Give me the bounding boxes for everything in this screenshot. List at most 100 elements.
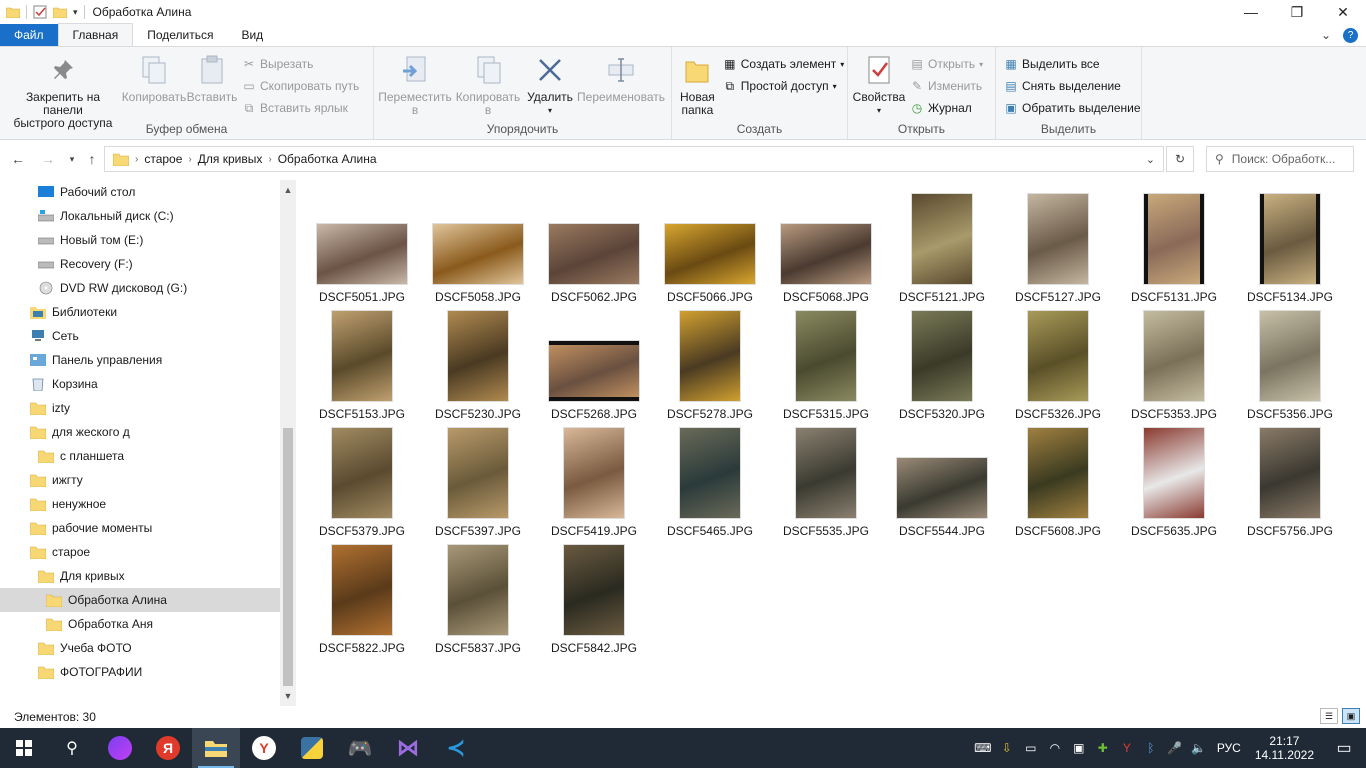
nav-item[interactable]: Сеть — [0, 324, 79, 348]
minimize-button[interactable]: — — [1228, 0, 1274, 24]
select-all-button[interactable]: ▦ Выделить все — [1004, 55, 1141, 73]
file-item[interactable]: DSCF5353.JPG — [1116, 307, 1232, 424]
breadcrumb-item[interactable]: Для кривых — [198, 152, 263, 166]
nav-scrollbar[interactable]: ▲ ▼ — [280, 180, 296, 706]
large-icons-view-icon[interactable]: ▣ — [1342, 708, 1360, 724]
invert-selection-button[interactable]: ▣ Обратить выделение — [1004, 99, 1140, 117]
file-item[interactable]: DSCF5268.JPG — [536, 307, 652, 424]
new-folder-icon[interactable] — [53, 6, 67, 18]
file-item[interactable]: DSCF5608.JPG — [1000, 424, 1116, 541]
file-explorer-button[interactable] — [192, 728, 240, 768]
file-item[interactable]: DSCF5379.JPG — [304, 424, 420, 541]
nav-item[interactable]: Для кривых — [0, 564, 125, 588]
vscode-button[interactable]: ≺ — [432, 728, 480, 768]
file-item[interactable]: DSCF5419.JPG — [536, 424, 652, 541]
file-item[interactable]: DSCF5326.JPG — [1000, 307, 1116, 424]
back-button[interactable]: ← — [6, 147, 30, 171]
nav-item[interactable]: Рабочий стол — [0, 180, 135, 204]
python-button[interactable] — [288, 728, 336, 768]
collapse-ribbon-icon[interactable]: ⌄ — [1321, 28, 1331, 42]
file-item[interactable]: DSCF5842.JPG — [536, 541, 652, 658]
file-item[interactable]: DSCF5822.JPG — [304, 541, 420, 658]
nav-item[interactable]: Локальный диск (C:) — [0, 204, 174, 228]
file-item[interactable]: DSCF5131.JPG — [1116, 190, 1232, 307]
forward-button[interactable]: → — [36, 147, 60, 171]
tab-view[interactable]: Вид — [227, 24, 277, 46]
nav-item[interactable]: izty — [0, 396, 70, 420]
file-item[interactable]: DSCF5544.JPG — [884, 424, 1000, 541]
file-item[interactable]: DSCF5397.JPG — [420, 424, 536, 541]
nav-item[interactable]: с планшета — [0, 444, 124, 468]
help-icon[interactable]: ? — [1343, 27, 1358, 43]
tab-home[interactable]: Главная — [57, 23, 134, 46]
volume-icon[interactable]: 🔈 — [1187, 741, 1211, 755]
monitor-icon[interactable]: ▣ — [1067, 741, 1091, 755]
file-item[interactable]: DSCF5051.JPG — [304, 190, 420, 307]
game-button[interactable]: 🎮 — [336, 728, 384, 768]
nav-item[interactable]: Новый том (E:) — [0, 228, 143, 252]
maximize-button[interactable]: ❐ — [1274, 0, 1320, 24]
file-item[interactable]: DSCF5066.JPG — [652, 190, 768, 307]
edit-button[interactable]: ✎ Изменить — [910, 77, 983, 95]
up-button[interactable]: ↑ — [80, 147, 104, 171]
close-button[interactable]: ✕ — [1320, 0, 1366, 24]
clock[interactable]: 21:17 14.11.2022 — [1247, 734, 1322, 762]
scroll-down-icon[interactable]: ▼ — [280, 688, 296, 704]
nav-item[interactable]: DVD RW дисковод (G:) — [0, 276, 187, 300]
copy-path-button[interactable]: ▭ Скопировать путь — [242, 77, 359, 95]
file-item[interactable]: DSCF5837.JPG — [420, 541, 536, 658]
file-item[interactable]: DSCF5134.JPG — [1232, 190, 1348, 307]
cut-button[interactable]: ✂ Вырезать — [242, 55, 359, 73]
nav-item[interactable]: ФОТОГРАФИИ — [0, 660, 142, 684]
wifi-icon[interactable]: ◠ — [1043, 741, 1067, 755]
file-item[interactable]: DSCF5121.JPG — [884, 190, 1000, 307]
file-item[interactable]: DSCF5278.JPG — [652, 307, 768, 424]
file-item[interactable]: DSCF5058.JPG — [420, 190, 536, 307]
microphone-icon[interactable]: 🎤 — [1163, 741, 1187, 755]
notifications-icon[interactable]: ▭ — [1322, 738, 1366, 758]
address-bar[interactable]: › старое › Для кривых › Обработка Алина … — [104, 146, 1164, 172]
nav-item[interactable]: рабочие моменты — [0, 516, 152, 540]
game-tray-icon[interactable]: ✚ — [1091, 741, 1115, 755]
breadcrumb-item[interactable]: Обработка Алина — [278, 152, 377, 166]
nav-item[interactable]: Обработка Алина — [0, 588, 280, 612]
scroll-up-icon[interactable]: ▲ — [280, 182, 296, 198]
address-dropdown-icon[interactable]: ⌄ — [1146, 153, 1155, 166]
tab-share[interactable]: Поделиться — [133, 24, 227, 46]
new-item-button[interactable]: ▦ Создать элемент ▾ — [723, 55, 844, 73]
yandex-browser-2-button[interactable]: Y — [240, 728, 288, 768]
tab-file[interactable]: Файл — [0, 24, 58, 46]
search-input[interactable]: ⚲ Поиск: Обработк... — [1206, 146, 1354, 172]
file-item[interactable]: DSCF5127.JPG — [1000, 190, 1116, 307]
file-item[interactable]: DSCF5153.JPG — [304, 307, 420, 424]
properties-icon[interactable] — [33, 5, 47, 19]
yandex-browser-button[interactable]: Я — [144, 728, 192, 768]
easy-access-button[interactable]: ⧉ Простой доступ ▾ — [723, 77, 845, 95]
refresh-button[interactable]: ↻ — [1166, 146, 1194, 172]
search-button[interactable]: ⚲ — [48, 728, 96, 768]
nav-item[interactable]: Корзина — [0, 372, 98, 396]
nav-item[interactable]: Панель управления — [0, 348, 162, 372]
file-item[interactable]: DSCF5465.JPG — [652, 424, 768, 541]
visual-studio-button[interactable]: ⋈ — [384, 728, 432, 768]
file-item[interactable]: DSCF5068.JPG — [768, 190, 884, 307]
ime-icon[interactable]: ⌨ — [971, 741, 995, 755]
scrollbar-thumb[interactable] — [283, 428, 293, 686]
customize-qat-icon[interactable]: ▾ — [73, 7, 78, 18]
file-item[interactable]: DSCF5230.JPG — [420, 307, 536, 424]
bluetooth-icon[interactable]: ᛒ — [1139, 741, 1163, 755]
file-item[interactable]: DSCF5756.JPG — [1232, 424, 1348, 541]
breadcrumb-item[interactable]: старое — [144, 152, 182, 166]
download-icon[interactable]: ⇩ — [995, 741, 1019, 755]
file-item[interactable]: DSCF5356.JPG — [1232, 307, 1348, 424]
nav-item[interactable]: Библиотеки — [0, 300, 117, 324]
nav-item[interactable]: Recovery (F:) — [0, 252, 133, 276]
select-none-button[interactable]: ▤ Снять выделение — [1004, 77, 1141, 95]
nav-item[interactable]: Учеба ФОТО — [0, 636, 132, 660]
file-item[interactable]: DSCF5535.JPG — [768, 424, 884, 541]
language-indicator[interactable]: РУС — [1211, 741, 1247, 755]
paste-shortcut-button[interactable]: ⧉ Вставить ярлык — [242, 99, 359, 117]
display-icon[interactable]: ▭ — [1019, 741, 1043, 755]
nav-item[interactable]: для жеского д — [0, 420, 130, 444]
details-view-icon[interactable]: ☰ — [1320, 708, 1338, 724]
